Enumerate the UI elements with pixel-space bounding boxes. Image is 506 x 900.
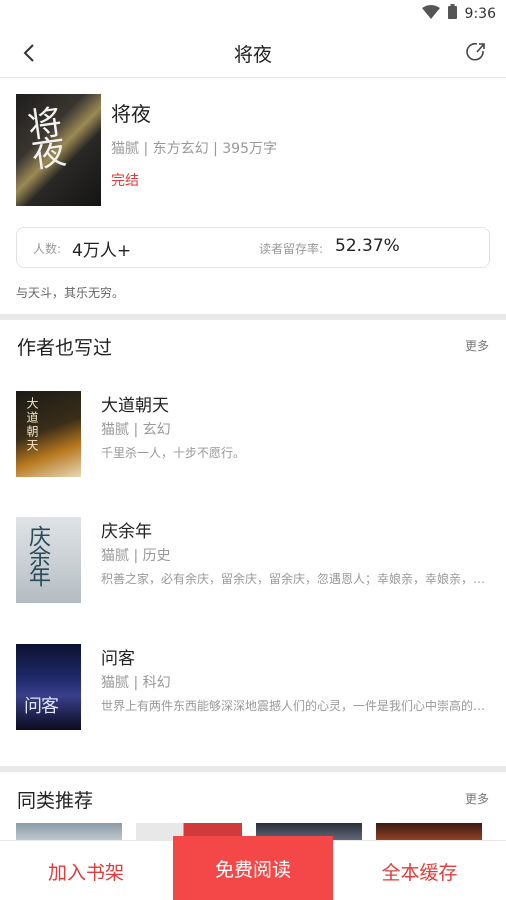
similar-title: 同类推荐	[17, 790, 94, 812]
work-cover-title: 问客	[24, 696, 59, 717]
work-meta: 猫腻 | 玄幻	[101, 419, 171, 439]
book-status: 完结	[111, 173, 139, 189]
retention-label: 读者留存率:	[259, 242, 324, 256]
book-author: 猫腻	[111, 141, 139, 157]
add-to-shelf-button[interactable]: 加入书架	[0, 841, 172, 900]
stats-box: 人数: 4万人+ 读者留存率: 52.37%	[16, 227, 490, 268]
book-title: 将夜	[111, 102, 151, 126]
work-desc: 世界上有两件东西能够深深地震撼人们的心灵，一件是我们心中崇高的道德准则	[101, 699, 490, 713]
work-desc: 积善之家，必有余庆，留余庆，留余庆，忽遇恩人；幸娘亲，幸娘亲，留余庆	[101, 572, 490, 586]
page-title: 将夜	[233, 44, 272, 66]
nav-bar: 将夜	[0, 28, 506, 78]
meta-separator: |	[129, 422, 143, 438]
work-cover-title: 大道朝天	[25, 397, 39, 453]
book-cover-title: 将夜	[19, 103, 67, 169]
work-meta: 猫腻 | 历史	[101, 545, 171, 565]
author-works-more-link[interactable]: 更多	[465, 337, 489, 354]
book-genre: 东方玄幻	[152, 141, 209, 157]
work-desc: 千里杀一人，十步不愿行。	[101, 446, 246, 460]
work-genre: 科幻	[142, 675, 171, 691]
share-icon	[466, 42, 485, 61]
battery-icon	[447, 4, 457, 23]
work-author: 猫腻	[101, 675, 129, 691]
status-bar: 9:36	[0, 0, 506, 28]
meta-separator: |	[143, 141, 153, 157]
status-right: 9:36	[421, 4, 496, 23]
work-genre: 玄幻	[142, 422, 171, 438]
book-header: 将夜 将夜 猫腻 | 东方玄幻 | 395万字 完结	[16, 94, 490, 206]
book-meta: 猫腻 | 东方玄幻 | 395万字	[111, 138, 277, 158]
meta-separator: |	[129, 548, 143, 564]
cache-all-button[interactable]: 全本缓存	[333, 841, 506, 900]
section-divider	[0, 314, 506, 320]
bottom-action-bar: 加入书架 免费阅读 全本缓存	[0, 836, 506, 900]
work-title: 庆余年	[101, 522, 152, 542]
share-button[interactable]	[464, 40, 488, 64]
work-cover-title: 庆余年	[25, 525, 50, 585]
work-title: 问客	[101, 649, 135, 669]
free-read-button[interactable]: 免费阅读	[173, 836, 333, 900]
book-cover[interactable]: 将夜	[16, 94, 101, 206]
wifi-icon	[421, 4, 440, 23]
similar-more-link[interactable]: 更多	[465, 790, 489, 807]
author-work-item[interactable]: 大道朝天 大道朝天 猫腻 | 玄幻 千里杀一人，十步不愿行。	[16, 391, 490, 477]
work-cover: 大道朝天	[16, 391, 81, 477]
meta-separator: |	[129, 675, 143, 691]
author-work-item[interactable]: 问客 问客 猫腻 | 科幻 世界上有两件东西能够深深地震撼人们的心灵，一件是我们…	[16, 644, 490, 730]
readers-label: 人数:	[33, 242, 62, 256]
status-time: 9:36	[464, 5, 496, 22]
work-title: 大道朝天	[101, 396, 169, 416]
section-divider	[0, 766, 506, 772]
book-word-count: 395万字	[222, 141, 277, 157]
readers-value: 4万人+	[72, 241, 132, 261]
work-author: 猫腻	[101, 548, 129, 564]
work-author: 猫腻	[101, 422, 129, 438]
work-meta: 猫腻 | 科幻	[101, 672, 171, 692]
book-intro: 与天斗，其乐无穷。	[16, 286, 125, 300]
retention-value: 52.37%	[335, 236, 400, 256]
work-cover: 问客	[16, 644, 81, 730]
work-cover: 庆余年	[16, 517, 81, 603]
author-works-title: 作者也写过	[17, 337, 113, 359]
author-work-item[interactable]: 庆余年 庆余年 猫腻 | 历史 积善之家，必有余庆，留余庆，留余庆，忽遇恩人；幸…	[16, 517, 490, 603]
work-genre: 历史	[142, 548, 171, 564]
meta-separator: |	[213, 141, 223, 157]
